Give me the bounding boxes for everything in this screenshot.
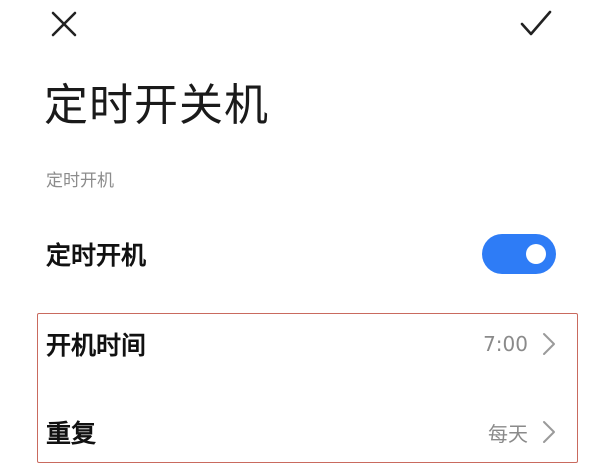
- confirm-button[interactable]: [516, 4, 556, 44]
- scheduled-power-on-label: 定时开机: [46, 241, 147, 270]
- close-icon: [51, 11, 77, 37]
- toggle-knob: [526, 244, 546, 264]
- chevron-right-icon: [543, 421, 555, 443]
- chevron-right-icon: [543, 333, 555, 355]
- close-button[interactable]: [44, 4, 84, 44]
- top-bar: [0, 0, 600, 48]
- power-on-time-value: 7:00: [483, 332, 528, 356]
- section-label: 定时开机: [46, 171, 114, 191]
- power-on-time-value-group: 7:00: [483, 332, 556, 356]
- repeat-label: 重复: [46, 419, 97, 448]
- scheduled-power-on-toggle[interactable]: [482, 234, 556, 274]
- repeat-value-group: 每天: [488, 418, 556, 447]
- repeat-value: 每天: [488, 421, 528, 446]
- page-title: 定时开关机: [44, 80, 269, 131]
- power-on-time-label: 开机时间: [46, 331, 147, 360]
- repeat-row[interactable]: 重复 每天: [46, 410, 556, 454]
- power-on-time-row[interactable]: 开机时间 7:00: [46, 322, 556, 366]
- checkmark-icon: [520, 10, 552, 36]
- scheduled-power-on-row: 定时开机: [46, 230, 556, 278]
